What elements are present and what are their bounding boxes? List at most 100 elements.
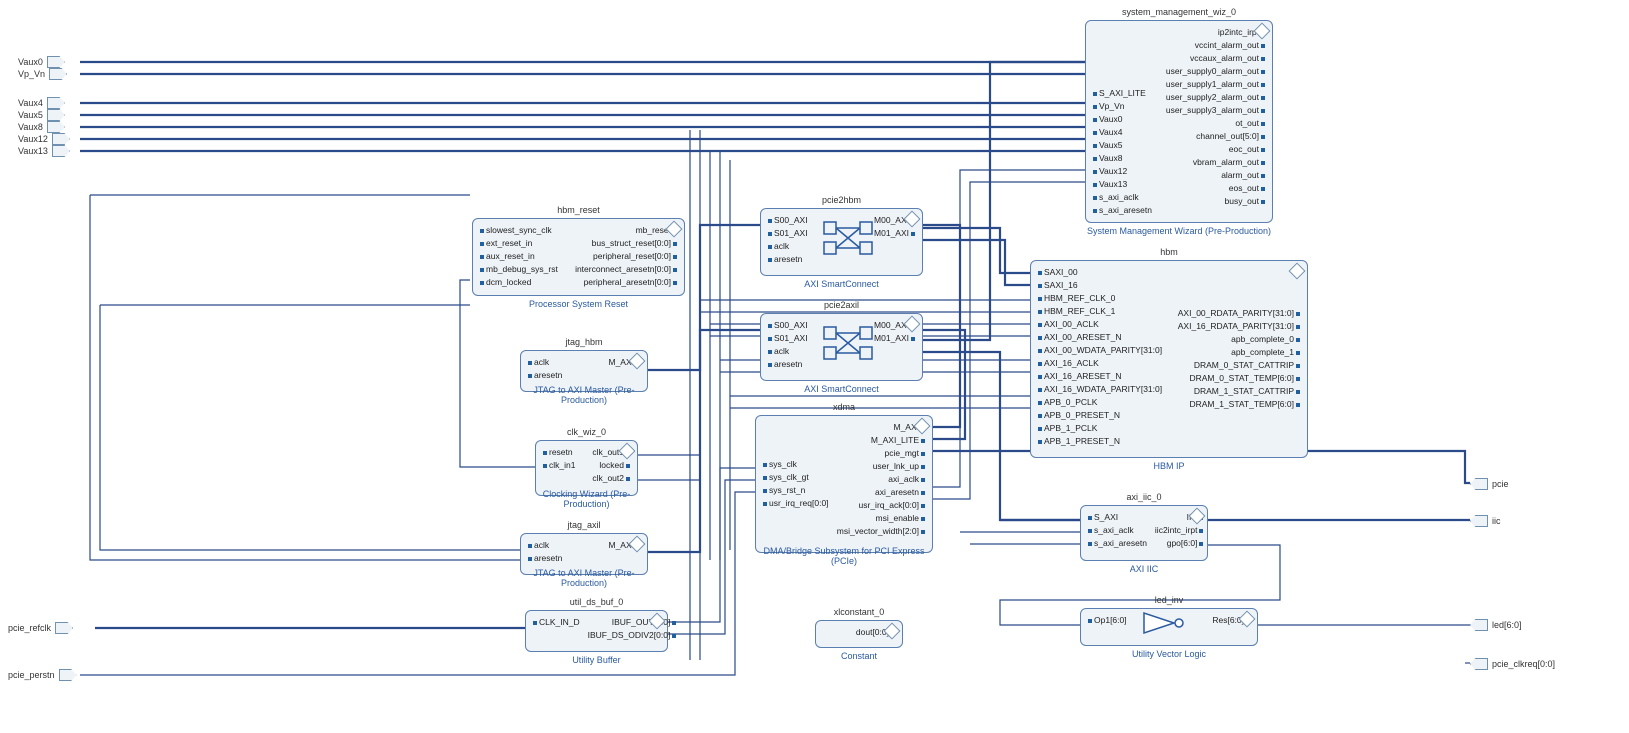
port[interactable]: aresetn (768, 359, 808, 370)
port[interactable]: aresetn (768, 254, 808, 265)
port[interactable]: ip2intc_irpt (1166, 27, 1265, 38)
port[interactable]: sys_clk (763, 459, 829, 470)
port[interactable]: Vaux13 (1093, 179, 1152, 190)
port[interactable]: user_supply0_alarm_out (1166, 66, 1265, 77)
ext-port-vaux13[interactable]: Vaux13 (18, 145, 70, 157)
port[interactable]: apb_complete_1 (1178, 347, 1300, 358)
block-clk-wiz[interactable]: clk_wiz_0 resetnclk_in1 clk_out1lockedcl… (535, 440, 638, 496)
port[interactable]: AXI_16_WDATA_PARITY[31:0] (1038, 384, 1162, 395)
port[interactable]: dcm_locked (480, 277, 558, 288)
port[interactable]: axi_aclk (837, 474, 925, 485)
port[interactable]: DRAM_0_STAT_TEMP[6:0] (1178, 373, 1300, 384)
block-util-ds-buf[interactable]: util_ds_buf_0 CLK_IN_D IBUF_OUT[0:0]IBUF… (525, 610, 668, 652)
port[interactable]: S_AXI_LITE (1093, 88, 1152, 99)
port[interactable]: sys_clk_gt (763, 472, 829, 483)
port[interactable]: aclk (528, 540, 562, 551)
port[interactable]: AXI_16_ACLK (1038, 358, 1162, 369)
block-xdma[interactable]: xdma sys_clk sys_clk_gt sys_rst_n usr_ir… (755, 415, 933, 553)
port[interactable]: user_supply3_alarm_out (1166, 105, 1265, 116)
port[interactable]: iic2intc_irpt (1155, 525, 1204, 536)
port[interactable]: usr_irq_req[0:0] (763, 498, 829, 509)
port[interactable]: pcie_mgt (837, 448, 925, 459)
port[interactable]: mb_reset (575, 225, 677, 236)
block-hbm-reset[interactable]: hbm_reset slowest_sync_clk ext_reset_in … (472, 218, 685, 296)
ext-port-vaux5[interactable]: Vaux5 (18, 109, 65, 121)
port[interactable]: channel_out[5:0] (1166, 131, 1265, 142)
port[interactable]: usr_irq_ack[0:0] (837, 500, 925, 511)
ext-port-pcie[interactable]: pcie (1470, 478, 1509, 490)
port[interactable]: user_supply2_alarm_out (1166, 92, 1265, 103)
port[interactable]: Vaux5 (1093, 140, 1152, 151)
port[interactable]: bus_struct_reset[0:0] (575, 238, 677, 249)
port[interactable]: peripheral_reset[0:0] (575, 251, 677, 262)
port[interactable]: Op1[6:0] (1088, 615, 1127, 626)
port[interactable]: AXI_00_ARESET_N (1038, 332, 1162, 343)
port[interactable]: CLK_IN_D (533, 617, 580, 628)
port[interactable]: APB_0_PCLK (1038, 397, 1162, 408)
port[interactable]: vccaux_alarm_out (1166, 53, 1265, 64)
ext-port-vaux12[interactable]: Vaux12 (18, 133, 70, 145)
port[interactable]: M_AXI (837, 422, 925, 433)
block-axi-iic[interactable]: axi_iic_0 S_AXIs_axi_aclks_axi_aresetn I… (1080, 505, 1208, 561)
port[interactable]: S00_AXI (768, 320, 808, 331)
port[interactable]: S_AXI (1088, 512, 1147, 523)
port[interactable]: SAXI_00 (1038, 267, 1162, 278)
port[interactable]: DRAM_1_STAT_CATTRIP (1178, 386, 1300, 397)
port[interactable]: msi_vector_width[2:0] (837, 526, 925, 537)
port[interactable]: HBM_REF_CLK_0 (1038, 293, 1162, 304)
ext-port-vpvn[interactable]: Vp_Vn (18, 68, 67, 80)
port[interactable]: DRAM_1_STAT_TEMP[6:0] (1178, 399, 1300, 410)
port[interactable]: s_axi_aclk (1088, 525, 1147, 536)
port[interactable]: user_supply1_alarm_out (1166, 79, 1265, 90)
port[interactable]: locked (592, 460, 630, 471)
port[interactable]: gpo[6:0] (1155, 538, 1204, 549)
port[interactable]: s_axi_aclk (1093, 192, 1152, 203)
port[interactable]: S01_AXI (768, 228, 808, 239)
port[interactable]: APB_1_PRESET_N (1038, 436, 1162, 447)
port[interactable]: AXI_16_RDATA_PARITY[31:0] (1178, 321, 1300, 332)
port[interactable]: ot_out (1166, 118, 1265, 129)
block-sysmgmt[interactable]: system_management_wiz_0 S_AXI_LITE Vp_Vn… (1085, 20, 1273, 223)
port[interactable]: DRAM_0_STAT_CATTRIP (1178, 360, 1300, 371)
port[interactable]: aclk (768, 241, 808, 252)
port[interactable]: vbram_alarm_out (1166, 157, 1265, 168)
port[interactable]: apb_complete_0 (1178, 334, 1300, 345)
port[interactable]: M01_AXI (874, 228, 915, 239)
port[interactable]: Vaux12 (1093, 166, 1152, 177)
port[interactable]: Vaux0 (1093, 114, 1152, 125)
port[interactable]: clk_in1 (543, 460, 575, 471)
block-design-canvas[interactable]: { "external_ports_left": { "vaux0":"Vaux… (0, 0, 1629, 733)
port[interactable]: user_lnk_up (837, 461, 925, 472)
ext-port-led[interactable]: led[6:0] (1470, 619, 1522, 631)
port[interactable]: clk_out2 (592, 473, 630, 484)
port[interactable]: msi_enable (837, 513, 925, 524)
port[interactable]: vccint_alarm_out (1166, 40, 1265, 51)
port[interactable]: ext_reset_in (480, 238, 558, 249)
port[interactable]: eoc_out (1166, 144, 1265, 155)
port[interactable]: S01_AXI (768, 333, 808, 344)
port[interactable]: Vaux8 (1093, 153, 1152, 164)
block-jtag-axil[interactable]: jtag_axil aclkaresetn M_AXI JTAG to AXI … (520, 533, 648, 575)
port[interactable]: AXI_16_ARESET_N (1038, 371, 1162, 382)
port[interactable]: aux_reset_in (480, 251, 558, 262)
port[interactable]: s_axi_aresetn (1088, 538, 1147, 549)
port[interactable]: resetn (543, 447, 575, 458)
port[interactable]: busy_out (1166, 196, 1265, 207)
port[interactable]: AXI_00_RDATA_PARITY[31:0] (1178, 308, 1300, 319)
port[interactable]: sys_rst_n (763, 485, 829, 496)
port[interactable]: aclk (768, 346, 808, 357)
port[interactable]: M01_AXI (874, 333, 915, 344)
ext-port-pcie-refclk[interactable]: pcie_refclk (8, 622, 73, 634)
ext-port-vaux8[interactable]: Vaux8 (18, 121, 65, 133)
ext-port-vaux4[interactable]: Vaux4 (18, 97, 65, 109)
port[interactable]: aresetn (528, 553, 562, 564)
port[interactable]: HBM_REF_CLK_1 (1038, 306, 1162, 317)
port[interactable]: slowest_sync_clk (480, 225, 558, 236)
ext-port-pcie-clkreq[interactable]: pcie_clkreq[0:0] (1470, 658, 1555, 670)
port[interactable]: S00_AXI (768, 215, 808, 226)
port[interactable]: M_AXI_LITE (837, 435, 925, 446)
port[interactable]: IBUF_DS_ODIV2[0:0] (588, 630, 677, 641)
port[interactable]: aresetn (528, 370, 562, 381)
port[interactable]: APB_1_PCLK (1038, 423, 1162, 434)
port[interactable]: AXI_00_ACLK (1038, 319, 1162, 330)
